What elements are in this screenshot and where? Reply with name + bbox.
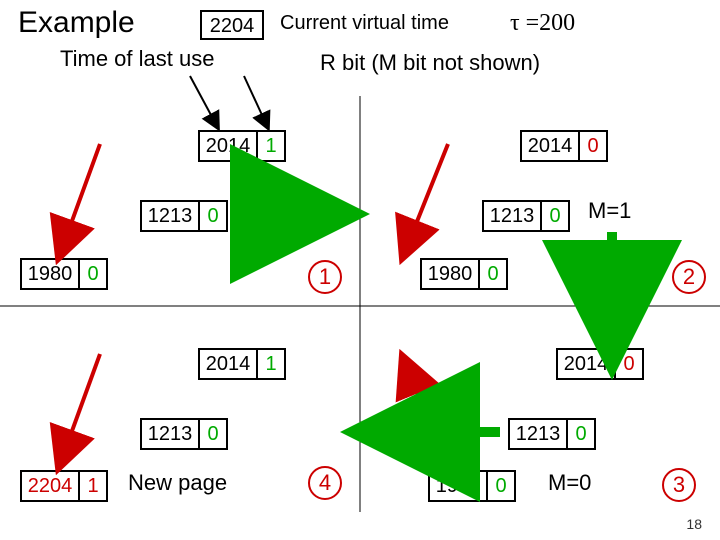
q3-b-rbit: 0 xyxy=(566,420,594,448)
q2-page-a: 2014 0 xyxy=(520,130,608,162)
q3-c-rbit: 0 xyxy=(486,472,514,500)
current-time-value: 2204 xyxy=(202,12,262,40)
step-circle-3: 3 xyxy=(662,468,696,502)
q4-page-b: 1213 0 xyxy=(140,418,228,450)
q1-b-time: 1213 xyxy=(142,202,198,230)
m1-label: M=1 xyxy=(588,198,631,224)
q4-c-rbit: 1 xyxy=(78,472,106,500)
tau-label: τ =200 xyxy=(510,10,575,37)
q4-c-time: 2204 xyxy=(22,472,78,500)
q1-c-rbit: 0 xyxy=(78,260,106,288)
q3-page-c: 1980 0 xyxy=(428,470,516,502)
m0-label: M=0 xyxy=(548,470,591,496)
q2-b-rbit: 0 xyxy=(540,202,568,230)
new-page-label: New page xyxy=(128,470,227,496)
q3-a-rbit: 0 xyxy=(614,350,642,378)
q2-a-rbit: 0 xyxy=(578,132,606,160)
q2-c-time: 1980 xyxy=(422,260,478,288)
time-of-last-use-label: Time of last use xyxy=(60,46,214,72)
step-circle-2: 2 xyxy=(672,260,706,294)
q4-page-c: 2204 1 xyxy=(20,470,108,502)
overlay-svg xyxy=(0,0,720,540)
q3-page-b: 1213 0 xyxy=(508,418,596,450)
q1-page-a: 2014 1 xyxy=(198,130,286,162)
q4-a-time: 2014 xyxy=(200,350,256,378)
q1-page-c: 1980 0 xyxy=(20,258,108,290)
q1-a-time: 2014 xyxy=(200,132,256,160)
q1-b-rbit: 0 xyxy=(198,202,226,230)
q2-a-time: 2014 xyxy=(522,132,578,160)
q2-b-time: 1213 xyxy=(484,202,540,230)
step-circle-4: 4 xyxy=(308,466,342,500)
current-time-box: 2204 xyxy=(200,10,264,40)
q3-c-time: 1980 xyxy=(430,472,486,500)
q4-page-a: 2014 1 xyxy=(198,348,286,380)
current-time-label: Current virtual time xyxy=(280,12,449,35)
q4-b-rbit: 0 xyxy=(198,420,226,448)
q1-c-time: 1980 xyxy=(22,260,78,288)
q4-b-time: 1213 xyxy=(142,420,198,448)
slide: Example 2204 Current virtual time τ =200… xyxy=(0,0,720,540)
q3-a-time: 2014 xyxy=(558,350,614,378)
q2-page-c: 1980 0 xyxy=(420,258,508,290)
q1-a-rbit: 1 xyxy=(256,132,284,160)
rbit-label: R bit (M bit not shown) xyxy=(320,50,540,76)
slide-number: 18 xyxy=(686,516,702,532)
q3-page-a: 2014 0 xyxy=(556,348,644,380)
step-circle-1: 1 xyxy=(308,260,342,294)
q4-a-rbit: 1 xyxy=(256,350,284,378)
q2-c-rbit: 0 xyxy=(478,260,506,288)
q1-page-b: 1213 0 xyxy=(140,200,228,232)
slide-title: Example xyxy=(18,6,135,40)
q3-b-time: 1213 xyxy=(510,420,566,448)
q2-page-b: 1213 0 xyxy=(482,200,570,232)
